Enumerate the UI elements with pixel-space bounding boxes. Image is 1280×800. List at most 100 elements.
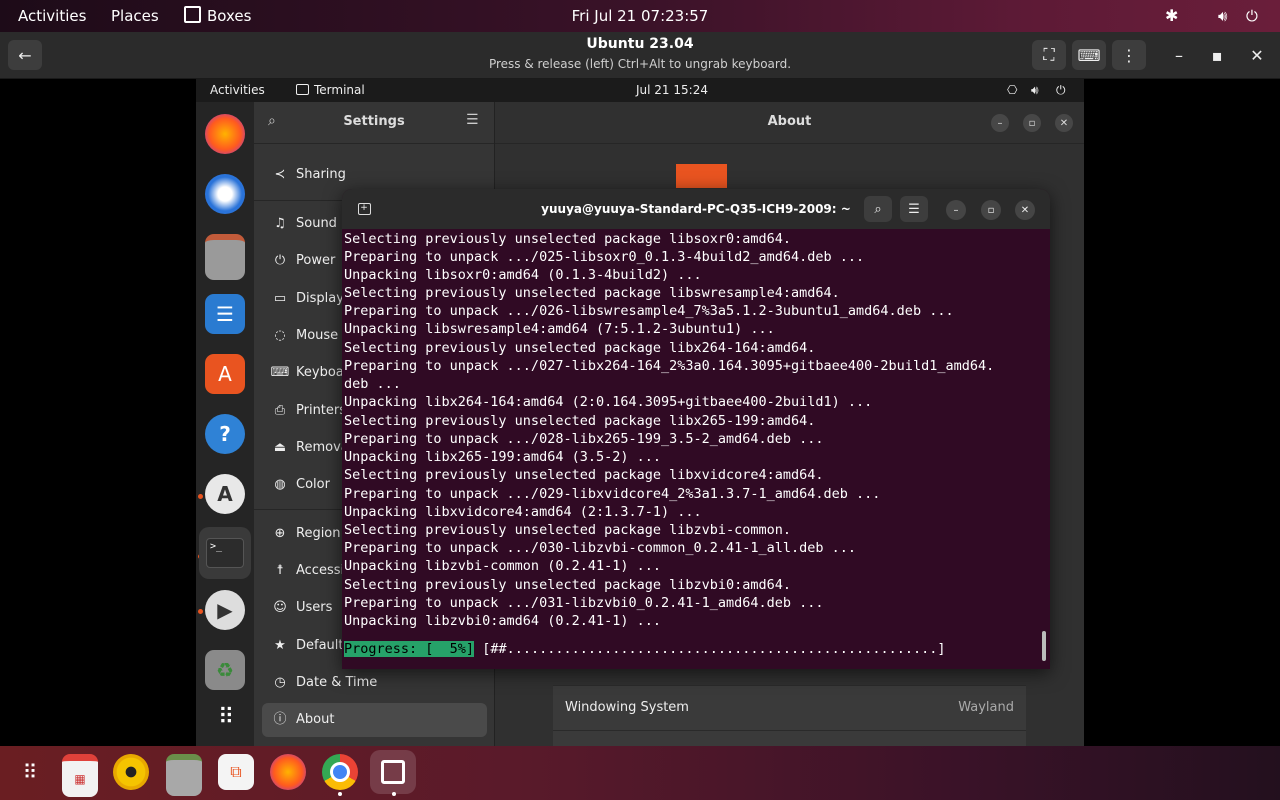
sidebar-item-date-time[interactable]: ◷ Date & Time bbox=[262, 666, 487, 700]
running-indicator bbox=[198, 494, 203, 499]
terminal-line: Selecting previously unselected package … bbox=[344, 340, 816, 356]
sidebar-item-sharing[interactable]: ≺ Sharing bbox=[262, 158, 487, 192]
calendar-icon[interactable]: ▦ bbox=[62, 754, 98, 797]
show-apps-icon[interactable]: ⠿ bbox=[12, 754, 48, 790]
terminal-search-button[interactable]: ⌕ bbox=[864, 196, 892, 222]
files-icon[interactable] bbox=[205, 234, 245, 280]
terminal-line: Unpacking libxvidcore4:amd64 (2:1.3.7-1)… bbox=[344, 504, 702, 520]
boxes-app-icon bbox=[184, 6, 201, 23]
volume-icon[interactable]: 🔊︎ bbox=[1218, 0, 1227, 32]
usb-icon: ⏏ bbox=[273, 440, 287, 455]
help-icon[interactable]: ? bbox=[205, 414, 245, 454]
hamburger-menu-icon[interactable]: ☰ bbox=[466, 112, 479, 128]
sidebar-item-label: Color bbox=[296, 477, 330, 492]
about-next-row bbox=[553, 730, 1026, 746]
fullscreen-icon: ⛶ bbox=[1043, 45, 1055, 64]
guest-app-menu[interactable]: Terminal bbox=[296, 79, 365, 102]
files-icon[interactable] bbox=[166, 754, 202, 796]
guest-app-menu-label: Terminal bbox=[314, 83, 365, 97]
terminal-line: Preparing to unpack .../030-libzvbi-comm… bbox=[344, 540, 857, 556]
progress-label: Progress: [ 5%] bbox=[344, 641, 475, 657]
globe-icon: ⊕ bbox=[274, 526, 286, 541]
monitor-icon: ▭ bbox=[273, 291, 287, 306]
minimize-button[interactable]: – bbox=[1164, 40, 1194, 70]
terminal-maximize-button[interactable]: ▫ bbox=[981, 200, 1001, 220]
power-icon[interactable]: ⏻ bbox=[1246, 0, 1258, 32]
software-updater-icon[interactable]: A bbox=[205, 474, 245, 514]
maximize-button[interactable]: ▪ bbox=[1202, 40, 1232, 70]
terminal-dock-slot[interactable]: >_ bbox=[199, 527, 251, 579]
host-clock-text[interactable]: Fri Jul 21 07:23:57 bbox=[572, 7, 709, 25]
sidebar-item-label: Keyboa bbox=[296, 365, 344, 380]
terminal-line: Unpacking libsoxr0:amd64 (0.1.3-4build2)… bbox=[344, 267, 702, 283]
trash-icon[interactable]: ♻ bbox=[205, 650, 245, 690]
settings-maximize-button[interactable]: ▫ bbox=[1023, 114, 1041, 132]
rhythmbox-icon[interactable]: ▶ bbox=[205, 590, 245, 630]
printer-icon: ⎙ bbox=[274, 403, 286, 418]
boxes-dash-slot[interactable] bbox=[370, 750, 416, 794]
menu-button[interactable]: ⋮ bbox=[1112, 40, 1146, 70]
terminal-window[interactable]: + yuuya@yuuya-Standard-PC-Q35-ICH9-2009:… bbox=[342, 189, 1050, 669]
search-icon: ⌕ bbox=[874, 201, 882, 217]
guest-power-icon[interactable]: ⏻ bbox=[1056, 79, 1066, 102]
thunderbird-icon[interactable] bbox=[205, 174, 245, 214]
extensions-icon[interactable]: ✱ bbox=[1165, 0, 1178, 32]
terminal-minimize-button[interactable]: – bbox=[946, 200, 966, 220]
terminal-small-icon bbox=[296, 84, 309, 95]
terminal-line: Preparing to unpack .../028-libx265-199_… bbox=[344, 431, 824, 447]
terminal-line: Unpacking libswresample4:amd64 (7:5.1.2-… bbox=[344, 321, 775, 337]
windowing-system-value: Wayland bbox=[958, 700, 1014, 715]
about-header-bar: About – ▫ ✕ bbox=[495, 102, 1084, 144]
keyboard-icon: ⌨ bbox=[1077, 45, 1101, 65]
host-app-menu[interactable]: Boxes bbox=[184, 0, 251, 32]
terminal-line: Selecting previously unselected package … bbox=[344, 577, 792, 593]
terminal-line: Unpacking libzvbi-common (0.2.41-1) ... bbox=[344, 558, 661, 574]
guest-activities-button[interactable]: Activities bbox=[210, 79, 265, 102]
sidebar-item-label: Region bbox=[296, 526, 341, 541]
info-icon: ⓘ bbox=[273, 712, 287, 727]
terminal-line: Preparing to unpack .../025-libsoxr0_0.1… bbox=[344, 249, 865, 265]
fullscreen-button[interactable]: ⛶ bbox=[1032, 40, 1066, 70]
guest-volume-icon[interactable]: 🔊︎ bbox=[1031, 79, 1039, 102]
terminal-close-button[interactable]: ✕ bbox=[1015, 200, 1035, 220]
share-icon: ≺ bbox=[274, 167, 286, 182]
terminal-output[interactable]: Selecting previously unselected package … bbox=[342, 229, 1050, 669]
chrome-icon[interactable] bbox=[322, 754, 358, 790]
music-note-icon: ♫ bbox=[274, 216, 286, 231]
boxes-icon bbox=[381, 760, 405, 784]
sidebar-item-about[interactable]: ⓘ About bbox=[262, 703, 487, 737]
rhythmbox-icon[interactable] bbox=[113, 754, 149, 790]
network-icon[interactable]: ⎔ bbox=[1007, 79, 1017, 102]
guest-clock[interactable]: Jul 21 15:24 bbox=[636, 79, 708, 102]
terminal-menu-button[interactable]: ☰ bbox=[900, 196, 928, 222]
boxes-header-bar: ← Ubuntu 23.04 Press & release (left) Ct… bbox=[0, 32, 1280, 79]
windowing-system-label: Windowing System bbox=[565, 700, 689, 715]
software-icon[interactable]: ⧉ bbox=[218, 754, 254, 790]
user-icon: ☺ bbox=[273, 600, 287, 615]
vm-display[interactable]: Activities Terminal Jul 21 15:24 ⎔ 🔊︎ ⏻ … bbox=[196, 79, 1084, 746]
terminal-scrollbar[interactable] bbox=[1042, 631, 1046, 661]
running-indicator bbox=[338, 792, 342, 796]
host-activities-button[interactable]: Activities bbox=[18, 0, 86, 32]
settings-title: Settings bbox=[343, 114, 405, 129]
terminal-line: deb ... bbox=[344, 376, 401, 392]
terminal-line: Selecting previously unselected package … bbox=[344, 413, 816, 429]
sidebar-item-label: Default bbox=[296, 638, 344, 653]
sidebar-item-label: About bbox=[296, 712, 335, 727]
keyboard-button[interactable]: ⌨ bbox=[1072, 40, 1106, 70]
firefox-icon[interactable] bbox=[205, 114, 245, 154]
progress-bar: [##.....................................… bbox=[482, 641, 946, 657]
host-places-menu[interactable]: Places bbox=[111, 0, 159, 32]
guest-top-bar: Activities Terminal Jul 21 15:24 ⎔ 🔊︎ ⏻ bbox=[196, 79, 1084, 102]
close-icon: ✕ bbox=[1020, 204, 1030, 216]
show-apps-icon[interactable]: ⠿ bbox=[205, 697, 245, 737]
app-center-icon[interactable]: A bbox=[205, 354, 245, 394]
terminal-line: Unpacking libx264-164:amd64 (2:0.164.309… bbox=[344, 394, 873, 410]
firefox-icon[interactable] bbox=[270, 754, 306, 790]
settings-close-button[interactable]: ✕ bbox=[1055, 114, 1073, 132]
libreoffice-writer-icon[interactable]: ☰ bbox=[205, 294, 245, 334]
maximize-icon: ▫ bbox=[1028, 117, 1036, 129]
settings-minimize-button[interactable]: – bbox=[991, 114, 1009, 132]
close-button[interactable]: ✕ bbox=[1242, 40, 1272, 70]
terminal-line: Preparing to unpack .../026-libswresampl… bbox=[344, 303, 954, 319]
